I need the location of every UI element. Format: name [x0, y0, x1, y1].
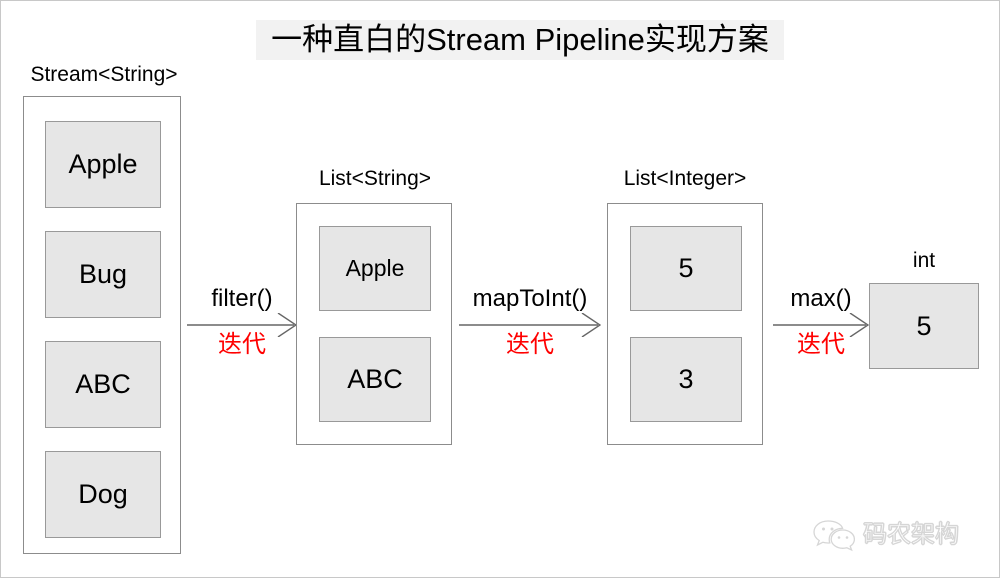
- diagram-canvas: 一种直白的Stream Pipeline实现方案 Stream<String> …: [0, 0, 1000, 578]
- list-integer-cell-1: 3: [630, 337, 742, 422]
- container-list-integer: 5 3: [607, 203, 763, 445]
- arrow-filter: filter() 迭代: [187, 285, 297, 365]
- arrow-filter-note: 迭代: [218, 331, 266, 358]
- stream-cell-3: Dog: [45, 451, 161, 538]
- page-title: 一种直白的Stream Pipeline实现方案: [256, 20, 784, 60]
- column-caption-int: int: [912, 249, 936, 272]
- list-string-cell-0: Apple: [319, 226, 431, 311]
- column-caption-list-integer: List<Integer>: [623, 167, 747, 190]
- list-integer-cell-0: 5: [630, 226, 742, 311]
- arrow-max-note: 迭代: [797, 331, 845, 358]
- arrow-maptoint: mapToInt() 迭代: [459, 285, 601, 365]
- watermark: 码农架构: [813, 513, 989, 557]
- arrow-maptoint-note: 迭代: [506, 331, 554, 358]
- stream-cell-2: ABC: [45, 341, 161, 428]
- list-string-cell-1: ABC: [319, 337, 431, 422]
- stream-cell-1: Bug: [45, 231, 161, 318]
- arrow-max-label: max(): [790, 285, 852, 312]
- wechat-icon: [813, 520, 855, 552]
- column-caption-stream-string: Stream<String>: [30, 63, 178, 86]
- column-caption-list-string: List<String>: [318, 167, 432, 190]
- container-stream-string: Apple Bug ABC Dog: [23, 96, 181, 554]
- arrow-max: max() 迭代: [773, 285, 869, 365]
- int-result-cell: 5: [869, 283, 979, 369]
- stream-cell-0: Apple: [45, 121, 161, 208]
- arrow-filter-label: filter(): [211, 285, 273, 312]
- watermark-text: 码农架构: [863, 521, 960, 549]
- arrow-maptoint-label: mapToInt(): [472, 285, 588, 312]
- container-list-string: Apple ABC: [296, 203, 452, 445]
